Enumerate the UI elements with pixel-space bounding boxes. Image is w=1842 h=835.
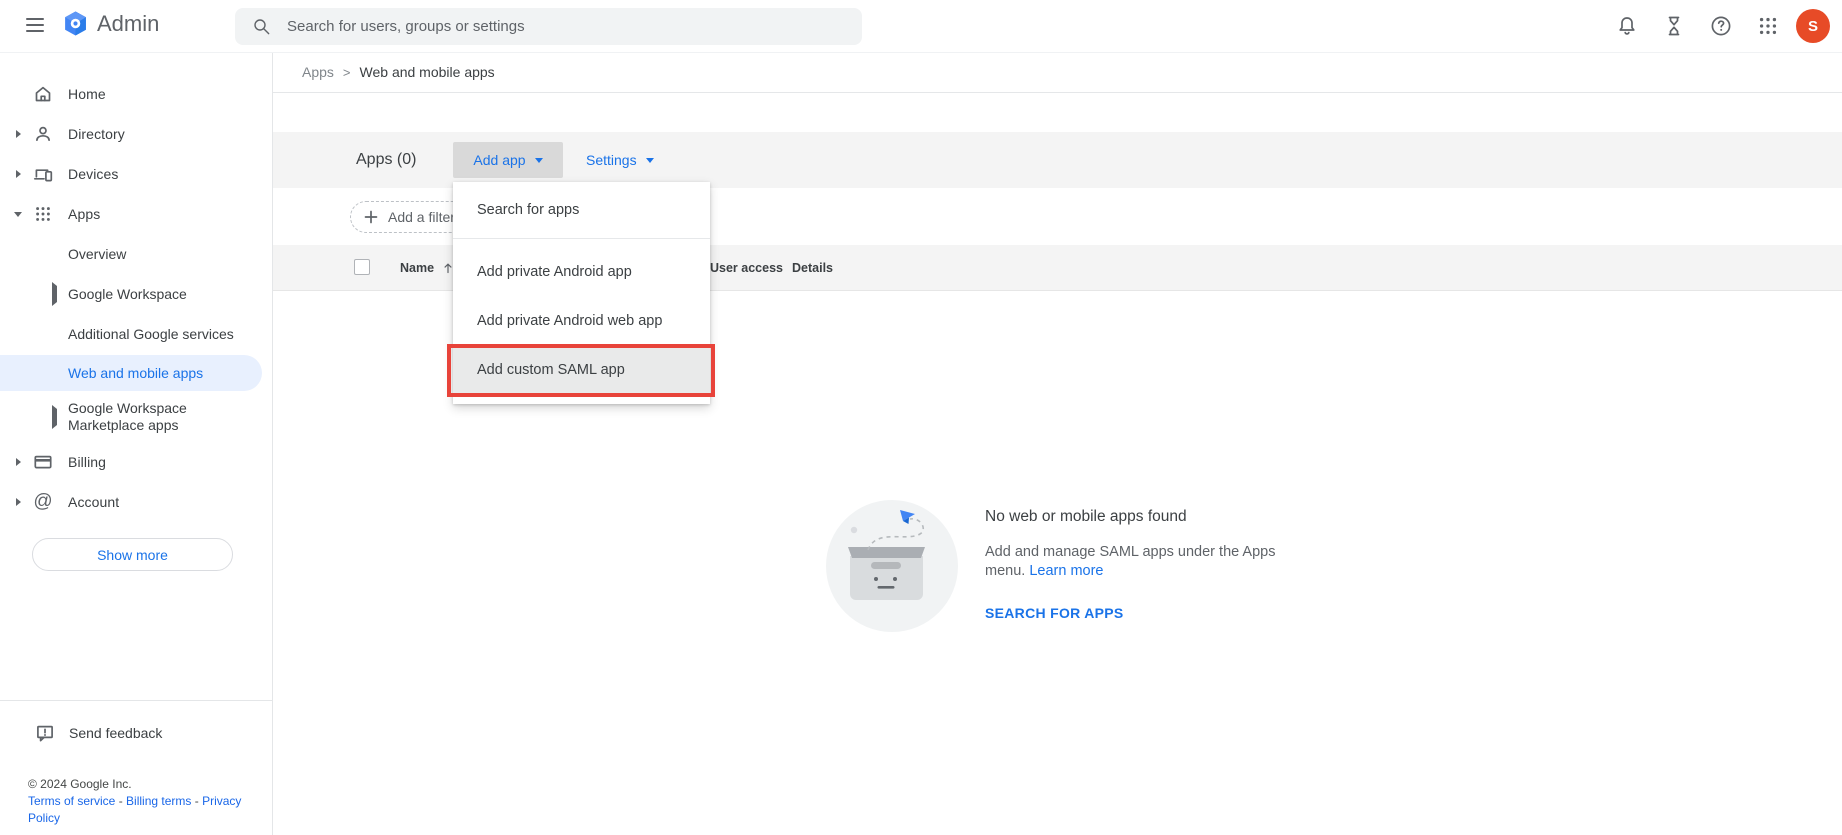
main-content: Apps > Web and mobile apps Apps (0) Add … [273, 52, 1842, 835]
menu-item-search-for-apps[interactable]: Search for apps [453, 182, 710, 238]
sidebar-item-label: Home [68, 86, 106, 102]
chevron-right-icon[interactable] [11, 130, 25, 138]
search-for-apps-button[interactable]: SEARCH FOR APPS [985, 605, 1315, 621]
column-header-details: Details [792, 260, 833, 275]
dropdown-arrow-icon [645, 157, 654, 163]
apps-toolbar: Apps (0) Add app Settings [273, 132, 1842, 189]
sidebar-item-devices[interactable]: Devices [0, 154, 272, 194]
sidebar-item-account[interactable]: @ Account [0, 482, 272, 522]
help-icon [1711, 16, 1730, 36]
sidebar-item-label: Apps [68, 206, 101, 222]
empty-state-text: No web or mobile apps found Add and mana… [985, 498, 1315, 634]
admin-logo[interactable]: Admin [62, 10, 159, 37]
sidebar-item-web-and-mobile-apps[interactable]: Web and mobile apps [0, 355, 262, 391]
chevron-right-icon[interactable] [52, 405, 57, 429]
add-app-label: Add app [473, 152, 526, 168]
sidebar-item-apps[interactable]: Apps [0, 194, 272, 234]
main-menu-icon[interactable] [26, 18, 44, 32]
sidebar-item-billing[interactable]: Billing [0, 442, 272, 482]
column-label: Name [400, 260, 435, 275]
menu-item-add-custom-saml-app[interactable]: Add custom SAML app [453, 345, 710, 394]
at-sign-icon: @ [33, 491, 53, 512]
avatar-initial: S [1807, 17, 1818, 35]
terms-of-service-link[interactable]: Terms of service [28, 794, 115, 808]
column-header-name[interactable]: Name [400, 245, 455, 290]
link-separator: - [118, 794, 123, 808]
show-more-button[interactable]: Show more [32, 538, 233, 571]
account-avatar[interactable]: S [1796, 9, 1830, 43]
chevron-right-icon[interactable] [11, 498, 25, 506]
search-icon [254, 18, 270, 34]
menu-item-add-private-android-app[interactable]: Add private Android app [453, 247, 710, 296]
hourglass-icon [1668, 16, 1679, 36]
sidebar-item-label: Google Workspace [68, 286, 187, 302]
menu-item-add-private-android-web-app[interactable]: Add private Android web app [453, 296, 710, 345]
sidebar-footer: © 2024 Google Inc. Terms of service - Bi… [28, 776, 246, 827]
chevron-right-icon[interactable] [52, 282, 57, 306]
settings-label: Settings [586, 152, 637, 168]
empty-state-description: Add and manage SAML apps under the Apps … [985, 543, 1293, 581]
add-app-dropdown-menu: Search for apps Add private Android app … [453, 182, 710, 404]
page-title: Apps (0) [356, 151, 417, 168]
sidebar-item-google-workspace-marketplace-apps[interactable]: Google Workspace Marketplace apps [0, 392, 272, 442]
sidebar-divider [0, 700, 272, 701]
sidebar-item-directory[interactable]: Directory [0, 114, 272, 154]
sidebar-item-label: Overview [68, 246, 127, 262]
person-icon [33, 124, 53, 144]
plus-icon [364, 210, 378, 224]
column-header-user-access: User access [710, 260, 783, 275]
empty-state-title: No web or mobile apps found [985, 508, 1187, 525]
sidebar-item-label: Account [68, 494, 120, 510]
google-apps-button[interactable] [1744, 2, 1791, 50]
notifications-button[interactable] [1603, 2, 1650, 50]
sidebar-item-home[interactable]: Home [0, 74, 272, 114]
sidebar-item-label: Directory [68, 126, 125, 142]
sidebar-item-label: Billing [68, 454, 107, 470]
topbar: Admin Search for users, groups or settin… [0, 0, 1842, 53]
add-filter-label: Add a filter [388, 209, 455, 225]
dropdown-arrow-icon [534, 157, 543, 163]
credit-card-icon [33, 452, 53, 472]
breadcrumb: Apps > Web and mobile apps [273, 52, 1842, 93]
chevron-down-icon[interactable] [11, 211, 25, 217]
send-feedback-button[interactable]: Send feedback [0, 713, 272, 753]
learn-more-link[interactable]: Learn more [1029, 563, 1103, 579]
home-icon [33, 84, 53, 104]
product-name: Admin [97, 10, 160, 36]
google-admin-logo-icon [65, 11, 86, 36]
link-separator: - [194, 794, 199, 808]
bell-icon [1618, 17, 1635, 35]
search-placeholder: Search for users, groups or settings [287, 18, 525, 35]
search-bar[interactable]: Search for users, groups or settings [235, 8, 862, 45]
tasks-button[interactable] [1650, 2, 1697, 50]
settings-button[interactable]: Settings [572, 142, 668, 178]
sidebar-item-additional-google-services[interactable]: Additional Google services [0, 314, 272, 354]
sidebar-item-label: Devices [68, 166, 119, 182]
chevron-right-icon[interactable] [11, 170, 25, 178]
sidebar-item-label: Web and mobile apps [68, 365, 204, 381]
sidebar-item-google-workspace[interactable]: Google Workspace [0, 274, 272, 314]
sidebar-item-label: Google Workspace Marketplace apps [68, 400, 187, 433]
sidebar: Home Directory Devices Apps Overview Goo… [0, 52, 273, 835]
empty-box-illustration [826, 500, 958, 632]
topbar-actions: S [1603, 0, 1836, 52]
breadcrumb-apps-link[interactable]: Apps [302, 64, 334, 80]
feedback-icon [35, 723, 55, 743]
devices-icon [33, 164, 53, 184]
sidebar-item-label: Additional Google services [68, 326, 234, 342]
menu-divider [453, 238, 710, 239]
add-app-button[interactable]: Add app [453, 142, 563, 178]
send-feedback-label: Send feedback [69, 725, 163, 741]
apps-grid-icon [1759, 17, 1776, 35]
apps-grid-icon [33, 204, 53, 224]
billing-terms-link[interactable]: Billing terms [126, 794, 191, 808]
empty-state: No web or mobile apps found Add and mana… [824, 498, 1315, 634]
select-all-checkbox[interactable] [354, 259, 370, 275]
help-button[interactable] [1697, 2, 1744, 50]
breadcrumb-current: Web and mobile apps [359, 64, 495, 80]
sidebar-item-overview[interactable]: Overview [0, 234, 272, 274]
copyright-text: © 2024 Google Inc. [28, 777, 132, 791]
breadcrumb-separator: > [342, 64, 351, 80]
chevron-right-icon[interactable] [11, 458, 25, 466]
